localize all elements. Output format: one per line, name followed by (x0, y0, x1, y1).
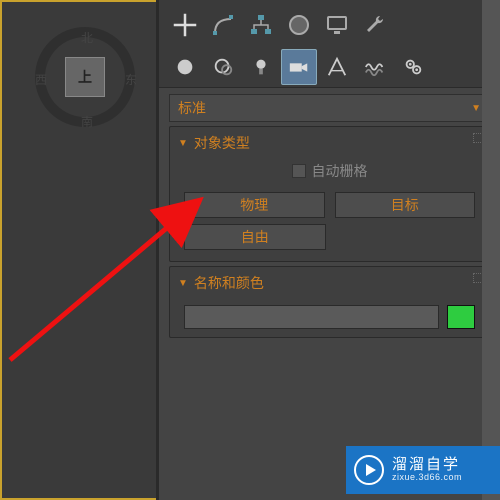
autogrid-row: 自动栅格 (170, 159, 489, 189)
geometry-category[interactable] (167, 49, 203, 85)
name-color-title: 名称和颜色 (194, 273, 264, 293)
utilities-tab[interactable] (357, 7, 393, 43)
dropdown-selected-label: 标准 (178, 98, 206, 118)
systems-category[interactable] (395, 49, 431, 85)
viewcube-top-face[interactable]: 上 (65, 57, 105, 97)
viewcube[interactable]: 上 北 南 东 西 (35, 27, 135, 127)
helpers-category[interactable] (319, 49, 355, 85)
subcategory-dropdown[interactable]: 标准 ▼ (169, 94, 490, 122)
panel-scrollbar[interactable] (482, 0, 500, 500)
autogrid-checkbox[interactable] (292, 164, 306, 178)
viewcube-east-label: 东 (125, 71, 137, 88)
object-color-swatch[interactable] (447, 305, 475, 329)
motion-tab[interactable] (281, 7, 317, 43)
modify-tab[interactable] (205, 7, 241, 43)
shapes-category[interactable] (205, 49, 241, 85)
cameras-category[interactable] (281, 49, 317, 85)
rollup-toggle-icon: ▼ (178, 138, 188, 149)
hierarchy-tab[interactable] (243, 7, 279, 43)
viewcube-west-label: 西 (35, 71, 47, 88)
viewport: 上 北 南 东 西 (0, 0, 156, 500)
create-tab[interactable] (167, 7, 203, 43)
play-icon (354, 455, 384, 485)
command-panel: 标准 ▼ ▼ 对象类型 自动栅格 物理 目标 自由 ▼ 名称和颜色 (156, 0, 500, 500)
autogrid-label: 自动栅格 (312, 161, 368, 181)
spacewarps-category[interactable] (357, 49, 393, 85)
viewcube-north-label: 北 (81, 29, 93, 46)
object-type-header[interactable]: ▼ 对象类型 (170, 127, 489, 159)
object-name-input[interactable] (184, 305, 439, 329)
chevron-down-icon: ▼ (471, 103, 481, 114)
command-panel-tabs (159, 0, 500, 46)
physical-camera-button[interactable]: 物理 (184, 192, 325, 218)
create-category-row (159, 46, 500, 88)
watermark-title: 溜溜自学 (392, 457, 462, 474)
viewcube-south-label: 南 (81, 113, 93, 130)
lights-category[interactable] (243, 49, 279, 85)
target-camera-button[interactable]: 目标 (335, 192, 476, 218)
object-type-title: 对象类型 (194, 133, 250, 153)
name-color-header[interactable]: ▼ 名称和颜色 (170, 267, 489, 299)
name-color-rollout: ▼ 名称和颜色 (169, 266, 490, 338)
watermark: 溜溜自学 zixue.3d66.com (346, 446, 500, 494)
watermark-url: zixue.3d66.com (392, 473, 462, 483)
rollup-toggle-icon: ▼ (178, 278, 188, 289)
free-camera-button[interactable]: 自由 (184, 224, 326, 250)
object-type-rollout: ▼ 对象类型 自动栅格 物理 目标 自由 (169, 126, 490, 262)
display-tab[interactable] (319, 7, 355, 43)
